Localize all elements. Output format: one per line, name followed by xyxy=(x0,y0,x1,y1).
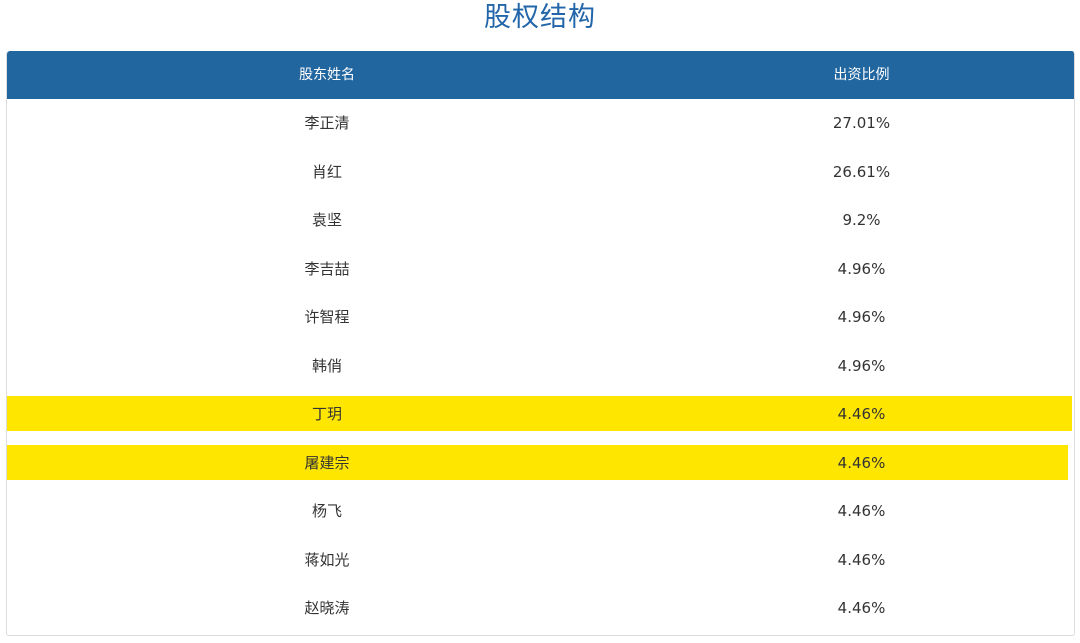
table-row: 杨飞 4.46% xyxy=(7,487,1074,535)
cell-capital-ratio: 4.46% xyxy=(837,405,886,423)
cell-shareholder-name: 赵晓涛 xyxy=(304,599,350,617)
cell-capital-ratio: 4.46% xyxy=(837,453,886,472)
cell-shareholder-name: 韩俏 xyxy=(311,356,342,375)
table-row: 赵晓涛 4.46% xyxy=(7,584,1074,632)
page-title: 股权结构 xyxy=(484,2,596,33)
table-row: 李吉喆 4.96% xyxy=(7,245,1074,293)
cell-capital-ratio: 4.96% xyxy=(837,308,886,326)
cell-shareholder-name: 蒋如光 xyxy=(304,550,350,569)
cell-shareholder-name: 李吉喆 xyxy=(304,259,350,278)
cell-capital-ratio: 4.96% xyxy=(837,356,886,375)
cell-capital-ratio: 9.2% xyxy=(842,211,881,229)
table-row: 屠建宗 4.46% xyxy=(7,439,1074,487)
cell-shareholder-name: 袁坚 xyxy=(311,211,342,229)
table-row: 蒋如光 4.46% xyxy=(7,536,1074,584)
cell-shareholder-name: 杨飞 xyxy=(311,502,342,520)
cell-shareholder-name: 肖红 xyxy=(311,162,342,181)
column-header-capital-ratio: 出资比例 xyxy=(833,67,890,83)
column-header-shareholder-name: 股东姓名 xyxy=(299,67,355,83)
table-row: 李正清 27.01% xyxy=(7,99,1074,147)
cell-shareholder-name: 丁玥 xyxy=(311,405,342,423)
table-row: 肖红 26.61% xyxy=(7,148,1074,196)
cell-shareholder-name: 李正清 xyxy=(304,114,350,132)
cell-capital-ratio: 4.46% xyxy=(837,502,886,520)
table-row: 袁坚 9.2% xyxy=(7,196,1074,244)
cell-capital-ratio: 26.61% xyxy=(832,162,891,181)
table-row: 许智程 4.96% xyxy=(7,293,1074,341)
table-row: 丁玥 4.46% xyxy=(7,390,1074,438)
table-row: 韩俏 4.96% xyxy=(7,342,1074,390)
cell-shareholder-name: 许智程 xyxy=(304,308,350,326)
cell-capital-ratio: 4.46% xyxy=(837,599,886,617)
cell-capital-ratio: 27.01% xyxy=(832,114,891,132)
cell-capital-ratio: 4.96% xyxy=(837,259,886,278)
cell-capital-ratio: 4.46% xyxy=(837,550,886,569)
shareholder-table: 股东姓名 出资比例 李正清 27.01% 肖红 26.61% 袁坚 9.2% 李吉喆 4.96… xyxy=(6,51,1075,636)
table-header: 股东姓名 出资比例 xyxy=(7,51,1074,99)
cell-shareholder-name: 屠建宗 xyxy=(304,453,350,472)
